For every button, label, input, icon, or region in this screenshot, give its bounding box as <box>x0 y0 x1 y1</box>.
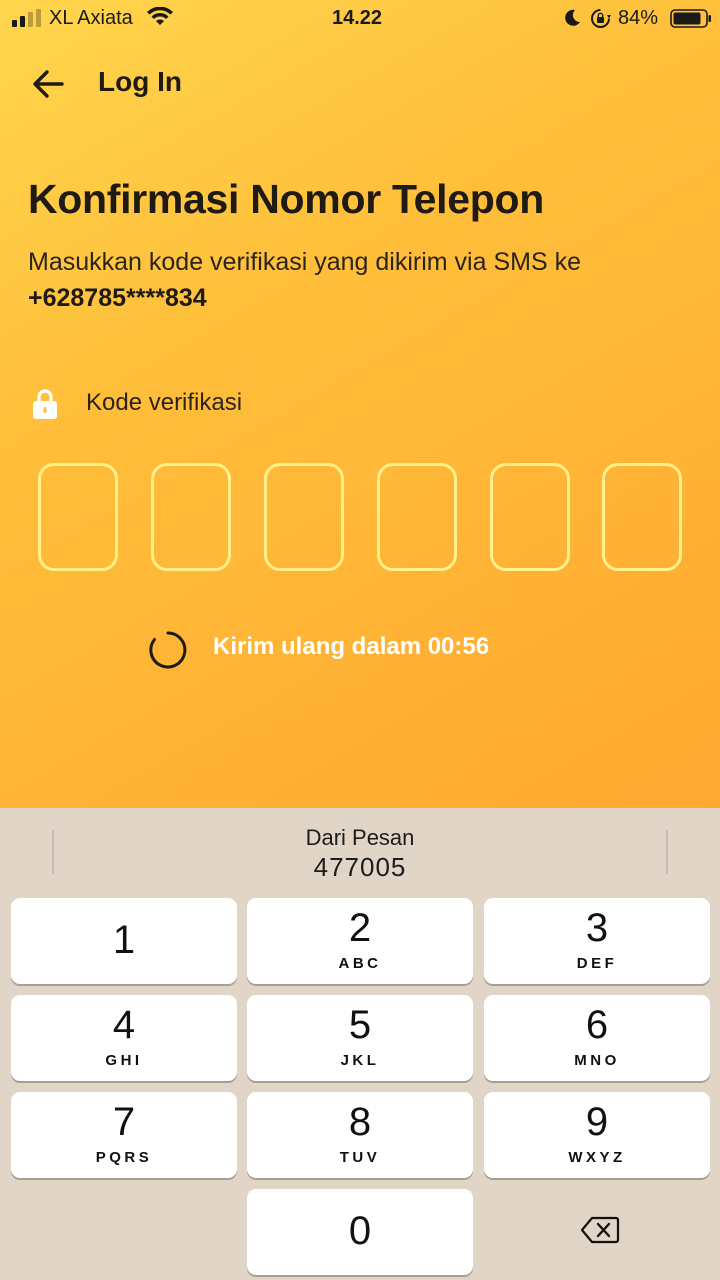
otp-digit-3[interactable] <box>264 463 344 571</box>
key-digit: 9 <box>585 1100 609 1144</box>
moon-icon <box>565 9 580 26</box>
key-5[interactable]: 5 JKL <box>247 995 473 1081</box>
key-letters: GHI <box>105 1052 143 1069</box>
key-digit: 0 <box>348 1209 372 1253</box>
instruction-text: Masukkan kode verifikasi yang dikirim vi… <box>28 248 581 276</box>
key-digit: 8 <box>348 1100 372 1144</box>
battery-icon <box>670 9 711 28</box>
back-button[interactable] <box>30 66 68 102</box>
key-4[interactable]: 4 GHI <box>11 995 237 1081</box>
otp-digit-4[interactable] <box>377 463 457 571</box>
battery-percent: 84% <box>618 7 659 29</box>
key-digit: 1 <box>112 918 136 962</box>
backspace-icon <box>580 1216 620 1244</box>
key-digit: 2 <box>348 906 372 950</box>
phone-number: +628785****834 <box>28 284 207 312</box>
clock: 14.22 <box>332 7 383 29</box>
key-letters: TUV <box>339 1149 381 1166</box>
key-0[interactable]: 0 <box>247 1189 473 1275</box>
key-digit: 7 <box>112 1100 136 1144</box>
key-digit: 3 <box>585 906 609 950</box>
key-1[interactable]: 1 <box>11 898 237 984</box>
verification-code-label: Kode verifikasi <box>86 389 243 416</box>
key-8[interactable]: 8 TUV <box>247 1092 473 1178</box>
carrier-name: XL Axiata <box>49 7 133 29</box>
header-title: Log In <box>98 66 182 97</box>
key-6[interactable]: 6 MNO <box>484 995 710 1081</box>
wifi-icon <box>147 7 173 25</box>
page-title: Konfirmasi Nomor Telepon <box>28 176 544 222</box>
key-9[interactable]: 9 WXYZ <box>484 1092 710 1178</box>
suggestion-code: 477005 <box>313 852 407 882</box>
otp-digit-1[interactable] <box>38 463 118 571</box>
key-3[interactable]: 3 DEF <box>484 898 710 984</box>
key-letters: MNO <box>574 1052 620 1069</box>
resend-countdown: Kirim ulang dalam 00:56 <box>213 633 490 660</box>
key-digit: 5 <box>348 1003 372 1047</box>
app-screen: XL Axiata 14.22 84% Log In Konfirmasi No… <box>0 0 720 808</box>
key-7[interactable]: 7 PQRS <box>11 1092 237 1178</box>
key-letters: WXYZ <box>568 1149 626 1166</box>
lock-icon <box>33 389 57 419</box>
key-letters: PQRS <box>95 1149 153 1166</box>
key-2[interactable]: 2 ABC <box>247 898 473 984</box>
otp-digit-6[interactable] <box>602 463 682 571</box>
key-letters: ABC <box>338 955 382 972</box>
delete-key[interactable] <box>484 1189 710 1275</box>
status-bar: XL Axiata 14.22 84% <box>0 0 720 40</box>
key-digit: 4 <box>112 1003 136 1047</box>
otp-digit-5[interactable] <box>490 463 570 571</box>
otp-input-group <box>38 463 682 571</box>
otp-digit-2[interactable] <box>151 463 231 571</box>
key-digit: 6 <box>585 1003 609 1047</box>
loading-spinner-icon <box>149 631 187 669</box>
otp-suggestion[interactable]: Dari Pesan 477005 <box>0 808 720 888</box>
key-letters: JKL <box>340 1052 380 1069</box>
key-letters: DEF <box>576 955 618 972</box>
signal-icon <box>12 9 41 27</box>
suggestion-source: Dari Pesan <box>305 825 415 850</box>
rotation-lock-icon <box>591 9 611 28</box>
arrow-left-icon <box>33 70 64 98</box>
